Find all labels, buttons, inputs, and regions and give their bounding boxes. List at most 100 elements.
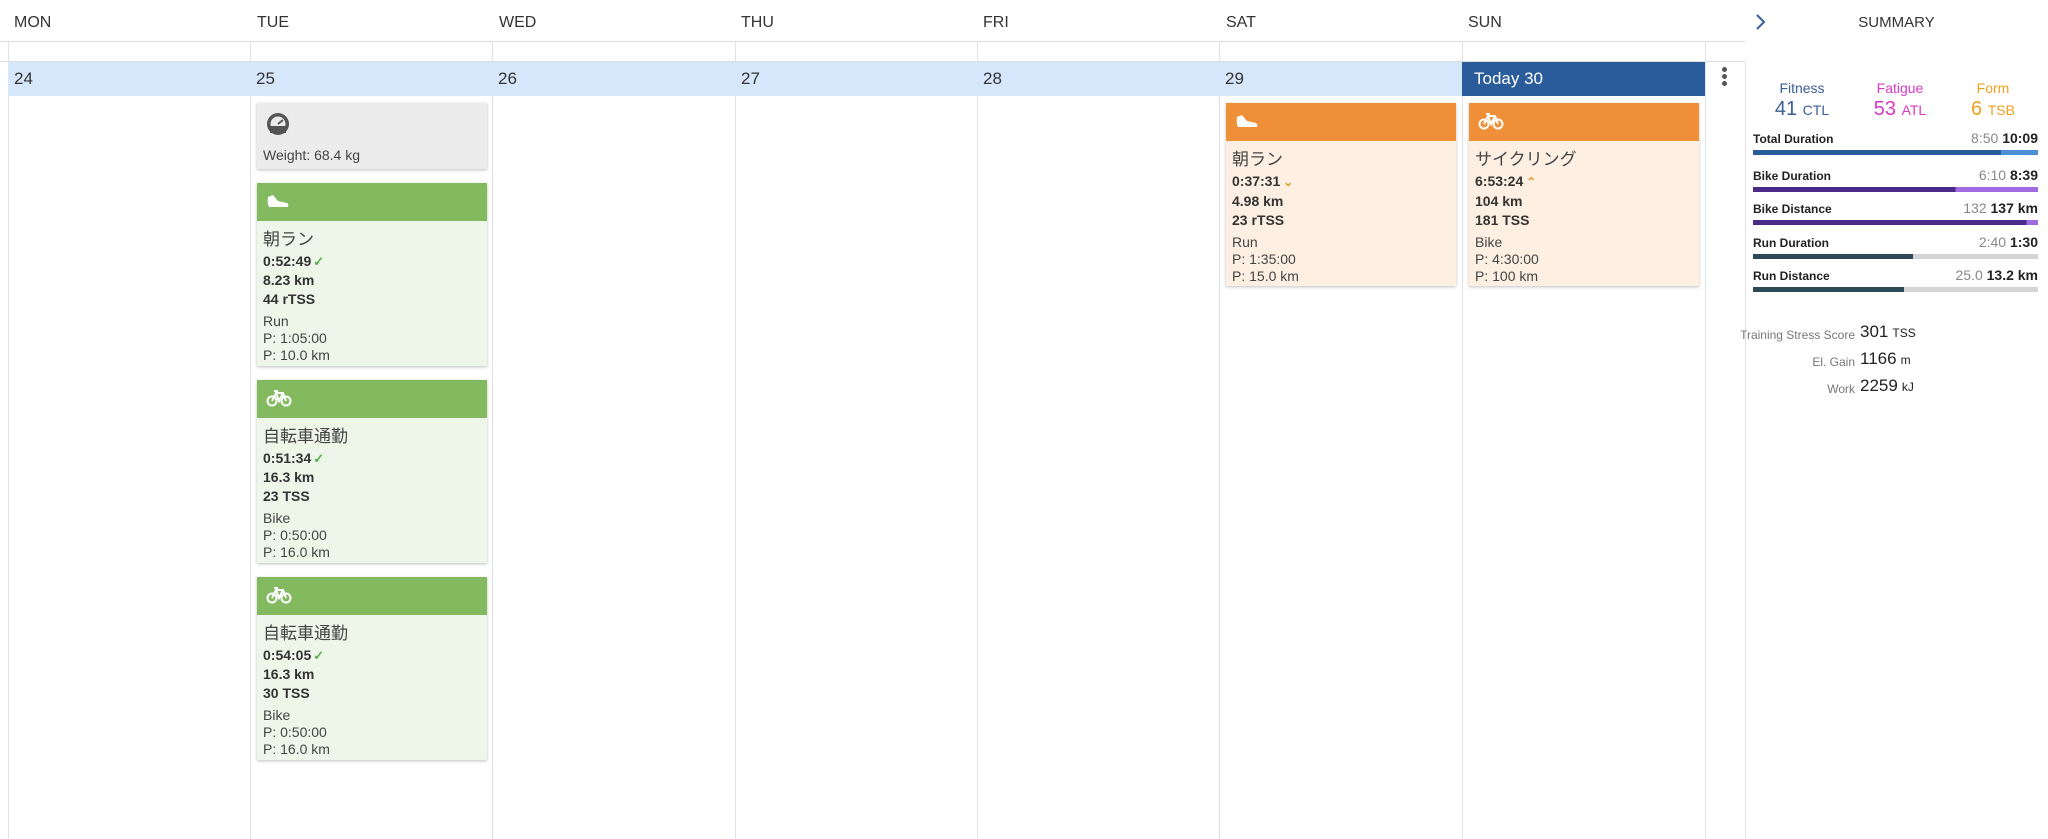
workout-planned-time: P: 1:05:00 xyxy=(263,330,327,346)
workout-distance: 16.3 km xyxy=(263,469,315,485)
workout-title: 朝ラン xyxy=(1232,150,1283,169)
workout-card-bike[interactable]: 自転車通勤 0:54:05 ✓ 16.3 km 30 TSS Bike P: 0:… xyxy=(257,577,487,760)
bar-actual: 1:30 xyxy=(2009,234,2038,250)
workout-title: 自転車通勤 xyxy=(263,624,348,643)
bar-fill xyxy=(1753,254,1913,259)
bike-icon xyxy=(266,587,292,604)
workout-sport: Run xyxy=(263,313,289,329)
workout-distance: 4.98 km xyxy=(1232,193,1284,209)
workout-planned-distance: P: 15.0 km xyxy=(1232,268,1299,284)
card-header xyxy=(1469,103,1699,141)
stat-label: El. Gain xyxy=(1812,355,1855,369)
day-header-sat: SAT xyxy=(1226,14,1256,31)
workout-title: 朝ラン xyxy=(263,230,314,249)
fitness-stat: Fitness 41 CTL xyxy=(1757,80,1847,121)
today-date[interactable]: Today 30 xyxy=(1462,62,1705,96)
workout-planned-time: P: 0:50:00 xyxy=(263,724,327,740)
day-header-mon: MON xyxy=(14,14,52,31)
workout-card-bike[interactable]: 自転車通勤 0:51:34 ✓ 16.3 km 23 TSS Bike P: 0:… xyxy=(257,380,487,563)
date-26[interactable]: 26 xyxy=(492,62,517,96)
more-options-icon[interactable] xyxy=(1718,66,1730,90)
workout-sport: Run xyxy=(1232,234,1258,250)
stat-elevation: El. Gain 1166 m xyxy=(1760,349,2010,373)
form-stat: Form 6 TSB xyxy=(1948,80,2038,121)
workout-title: 自転車通勤 xyxy=(263,427,348,446)
form-value: 6 xyxy=(1971,98,1983,120)
bar-track xyxy=(1753,287,2038,292)
column-divider xyxy=(1219,42,1220,839)
form-unit: TSB xyxy=(1987,102,2015,118)
bar-fill xyxy=(1753,220,2038,225)
workout-distance: 16.3 km xyxy=(263,666,315,682)
workout-duration: 0:37:31 xyxy=(1232,173,1281,189)
fitness-label: Fitness xyxy=(1779,80,1825,96)
bar-planned: 8:50 xyxy=(1971,130,1999,146)
column-divider xyxy=(250,42,251,839)
workout-duration: 0:54:05 xyxy=(263,647,312,663)
workout-card-run[interactable]: 朝ラン 0:52:49 ✓ 8.23 km 44 rTSS Run P: 1:05… xyxy=(257,183,487,366)
bar-label: Bike Duration xyxy=(1753,169,1832,183)
column-divider xyxy=(735,42,736,839)
form-label: Form xyxy=(1976,80,2010,96)
fitness-value: 41 xyxy=(1774,98,1798,120)
column-divider xyxy=(492,42,493,839)
stat-unit: m xyxy=(1900,353,1911,367)
chevron-down-icon: ⌄ xyxy=(1283,175,1294,189)
workout-card-run[interactable]: 朝ラン 0:37:31 ⌄ 4.98 km 23 rTSS Run P: 1:35… xyxy=(1226,103,1456,286)
workout-tss: 181 TSS xyxy=(1475,212,1530,228)
header-spacer xyxy=(0,42,1745,62)
date-28[interactable]: 28 xyxy=(977,62,1002,96)
bar-planned: 132 xyxy=(1963,200,1987,216)
bar-actual: 10:09 xyxy=(2002,130,2038,146)
workout-planned-distance: P: 16.0 km xyxy=(263,741,330,757)
workout-planned-time: P: 1:35:00 xyxy=(1232,251,1296,267)
date-29[interactable]: 29 xyxy=(1219,62,1244,96)
card-header xyxy=(257,183,487,221)
stat-work: Work 2259 kJ xyxy=(1760,376,2010,400)
date-25[interactable]: 25 xyxy=(250,62,275,96)
bar-label: Total Duration xyxy=(1753,132,1834,146)
workout-planned-distance: P: 100 km xyxy=(1475,268,1539,284)
metrics-card[interactable]: Weight: 68.4 kg xyxy=(257,103,487,169)
workout-tss: 23 rTSS xyxy=(1232,212,1285,228)
weight-value: Weight: 68.4 kg xyxy=(263,147,361,163)
day-header-fri: FRI xyxy=(983,14,1009,31)
stat-label: Training Stress Score xyxy=(1740,328,1855,342)
workout-title: サイクリング xyxy=(1475,150,1577,169)
stat-unit: kJ xyxy=(1901,380,1914,394)
column-divider xyxy=(8,42,9,839)
bike-icon xyxy=(266,390,292,407)
day-header-tue: TUE xyxy=(257,14,289,31)
workout-sport: Bike xyxy=(1475,234,1503,250)
workout-planned-time: P: 4:30:00 xyxy=(1475,251,1539,267)
column-divider xyxy=(977,42,978,839)
workout-tss: 44 rTSS xyxy=(263,291,316,307)
stat-unit: TSS xyxy=(1892,326,1916,340)
workout-tss: 23 TSS xyxy=(263,488,310,504)
card-header xyxy=(257,380,487,418)
check-icon: ✓ xyxy=(313,648,325,663)
workout-sport: Bike xyxy=(263,707,291,723)
bar-fill xyxy=(1753,287,1905,292)
fatigue-label: Fatigue xyxy=(1876,80,1924,96)
bar-label: Run Duration xyxy=(1753,236,1829,250)
stat-label: Work xyxy=(1827,382,1855,396)
workout-planned-time: P: 0:50:00 xyxy=(263,527,327,543)
workout-tss: 30 TSS xyxy=(263,685,310,701)
bar-track xyxy=(1753,150,2038,155)
workout-card-bike[interactable]: サイクリング 6:53:24 ⌃ 104 km 181 TSS Bike P: 4… xyxy=(1469,103,1699,286)
workout-planned-distance: P: 16.0 km xyxy=(263,544,330,560)
bar-planned: 25.0 xyxy=(1955,267,1983,283)
fatigue-stat: Fatigue 53 ATL xyxy=(1855,80,1945,121)
card-header xyxy=(1226,103,1456,141)
shoe-icon xyxy=(267,195,289,207)
workout-duration: 0:51:34 xyxy=(263,450,312,466)
date-24[interactable]: 24 xyxy=(8,62,33,96)
stat-value: 2259 xyxy=(1860,376,1898,395)
workout-duration: 0:52:49 xyxy=(263,253,312,269)
day-header-row: MON TUE WED THU FRI SAT SUN xyxy=(0,0,1745,42)
card-header xyxy=(257,577,487,615)
shoe-icon xyxy=(1236,115,1258,127)
date-27[interactable]: 27 xyxy=(735,62,760,96)
workout-duration: 6:53:24 xyxy=(1475,173,1524,189)
